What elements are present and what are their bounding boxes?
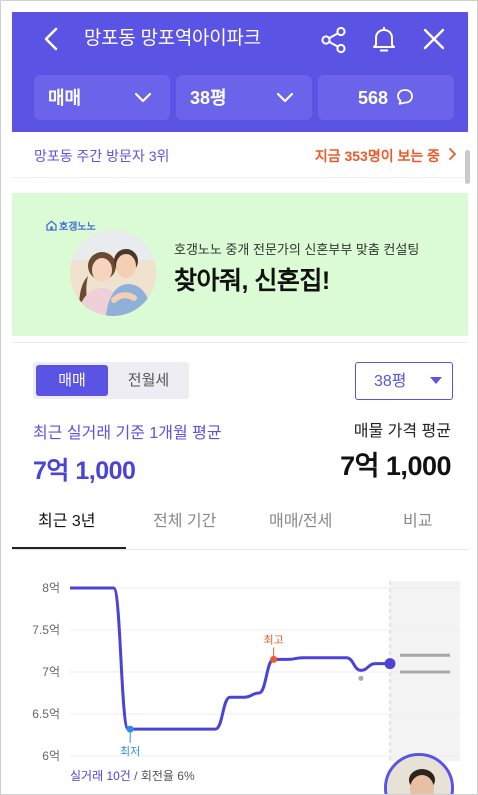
min-point — [126, 725, 134, 733]
asking-price-value: 7억 1,000 — [340, 451, 451, 481]
comments-count-wrap: 568 — [318, 87, 454, 109]
size-filter-label: 38평 — [190, 88, 227, 108]
y-tick-label: 8억 — [42, 581, 60, 595]
couple-photo — [70, 230, 156, 316]
complex-title: 망포동 망포역아이파크 — [84, 28, 261, 49]
recent-trade-label: 최근 실거래 기준 1개월 평균 — [33, 425, 222, 442]
chevron-down-icon — [276, 92, 294, 103]
trade-count-text: 실거래 10건 — [70, 769, 131, 783]
weekly-rank-text: 망포동 주간 방문자 3위 — [34, 148, 170, 164]
tab-sale-rent[interactable]: 매매/전세 — [269, 511, 332, 533]
active-tab-underline — [12, 547, 126, 549]
y-tick-label: 6.5억 — [32, 707, 60, 721]
size-dropdown[interactable]: 38평 — [355, 362, 453, 400]
trade-type-label: 매매 — [48, 88, 82, 108]
trade-segment-control: 매매 전월세 — [33, 362, 189, 399]
couple-illustration — [70, 230, 156, 316]
tab-all-period[interactable]: 전체 기간 — [153, 511, 216, 533]
dip-point — [358, 675, 364, 681]
back-arrow-icon[interactable] — [40, 26, 64, 52]
comments-count: 568 — [357, 88, 389, 108]
comments-button[interactable]: 568 — [318, 75, 454, 120]
size-dropdown-label: 38평 — [374, 373, 407, 390]
segment-sale[interactable]: 매매 — [36, 365, 108, 396]
now-viewing-text: 지금 353명이 보는 중 — [314, 148, 440, 164]
banner-title: 찾아줘, 신혼집! — [174, 267, 330, 295]
y-tick-label: 7억 — [42, 665, 60, 679]
banner-logo-text: 호갱노노 — [59, 222, 96, 233]
recent-trade-value: 7억 1,000 — [33, 457, 136, 485]
segment-rent[interactable]: 전월세 — [111, 365, 186, 396]
app-frame: 망포동 망포역아이파크 매매 38평 568 망포동 주간 방문자 3위 지금 … — [0, 0, 478, 795]
caret-down-icon — [430, 377, 442, 384]
chevron-down-icon — [134, 92, 152, 103]
close-icon[interactable] — [422, 27, 446, 51]
tab-recent-3y[interactable]: 최근 3년 — [38, 511, 96, 533]
current-point — [384, 658, 396, 670]
turnover-text: / 회전율 6% — [130, 769, 195, 783]
chart-footer: 실거래 10건 / 회전율 6% — [70, 767, 195, 784]
max-label: 최고 — [264, 633, 284, 646]
size-filter[interactable]: 38평 — [176, 75, 312, 120]
header-bar: 망포동 망포역아이파크 매매 38평 568 — [12, 12, 468, 132]
scrollbar-thumb[interactable] — [465, 150, 470, 184]
share-icon[interactable] — [320, 26, 348, 54]
max-point — [270, 655, 278, 663]
trade-type-filter[interactable]: 매매 — [34, 75, 170, 120]
house-icon — [46, 220, 57, 231]
section-divider — [12, 342, 468, 343]
chevron-right-icon — [449, 148, 456, 160]
y-tick-label: 6억 — [42, 749, 60, 763]
asking-price-label: 매물 가격 평균 — [353, 423, 451, 440]
chat-bubble-icon — [397, 89, 413, 105]
bell-icon[interactable] — [370, 25, 398, 53]
y-tick-label: 7.5억 — [32, 623, 60, 637]
top-nav: 망포동 망포역아이파크 — [12, 12, 468, 67]
tab-compare[interactable]: 비교 — [403, 511, 432, 533]
chart-period-tabs: 최근 3년 전체 기간 매매/전세 비교 — [12, 499, 468, 550]
promo-banner[interactable]: 호갱노노 호갱노노 중개 전문가의 신혼부부 맞춤 컨설팅 찾아줘, 신혼집! — [12, 193, 468, 336]
price-line — [70, 586, 390, 731]
hogang-logo: 호갱노노 — [46, 218, 96, 233]
banner-subtitle: 호갱노노 중개 전문가의 신혼부부 맞춤 컨설팅 — [174, 242, 420, 257]
min-label: 최저 — [120, 745, 140, 758]
visitor-info-row[interactable]: 망포동 주간 방문자 3위 지금 353명이 보는 중 — [12, 132, 468, 178]
